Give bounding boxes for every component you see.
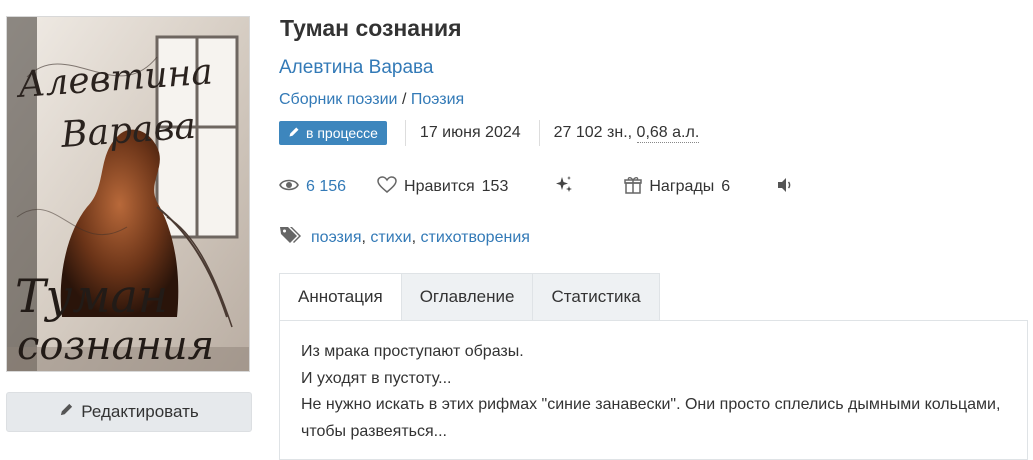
sparkles-button[interactable] xyxy=(554,175,574,200)
audio-button[interactable] xyxy=(776,177,794,198)
book-stats: 6 156 Нравится 153 Награды 6 xyxy=(279,174,794,200)
views-count: 6 156 xyxy=(306,178,347,195)
volume-icon xyxy=(776,177,794,198)
heart-icon xyxy=(377,175,397,199)
views-stat: 6 156 xyxy=(279,178,346,197)
genre-separator: / xyxy=(401,91,407,108)
meta-divider xyxy=(538,120,540,146)
tag-link[interactable]: стихотворения xyxy=(421,229,530,247)
pencil-icon xyxy=(59,402,74,422)
book-meta: в процессе 17 июня 2024 27 102 зн., 0,68… xyxy=(279,120,700,146)
tags-icon xyxy=(279,225,303,250)
tags-row: поэзия, стихи, стихотворения xyxy=(279,225,530,250)
awards-label: Награды xyxy=(649,178,715,195)
status-label: в процессе xyxy=(306,125,378,141)
annotation-text: Из мрака проступают образы. И уходят в п… xyxy=(301,339,1011,445)
genre-link-collection[interactable]: Сборник поэзии xyxy=(279,91,398,108)
like-button[interactable]: Нравится 153 xyxy=(377,175,509,199)
cover-title-line1: Туман xyxy=(15,269,168,323)
status-badge: в процессе xyxy=(279,121,387,145)
meta-divider xyxy=(404,120,406,146)
genre-breadcrumb: Сборник поэзии / Поэзия xyxy=(279,91,464,109)
content-tabs: Аннотация Оглавление Статистика xyxy=(279,273,660,321)
tab-annotation[interactable]: Аннотация xyxy=(279,273,402,321)
tags-list: поэзия, стихи, стихотворения xyxy=(311,228,530,247)
annotation-panel: Из мрака проступают образы. И уходят в п… xyxy=(279,320,1028,460)
author-link[interactable]: Алевтина Варава xyxy=(279,57,433,79)
book-cover[interactable]: Алевтина Варава Туман сознания xyxy=(6,16,250,372)
size-chars: 27 102 зн., xyxy=(553,124,633,141)
likes-label: Нравится xyxy=(404,178,475,195)
tab-contents[interactable]: Оглавление xyxy=(401,273,534,321)
eye-icon xyxy=(279,178,299,197)
tag-link[interactable]: стихи xyxy=(370,229,411,247)
book-title: Туман сознания xyxy=(280,15,462,41)
gift-icon xyxy=(624,176,643,199)
cover-artwork: Алевтина Варава Туман сознания xyxy=(7,17,249,371)
annotation-line: Из мрака проступают образы. xyxy=(301,343,524,360)
awards-button[interactable]: Награды 6 xyxy=(624,176,730,199)
edit-button[interactable]: Редактировать xyxy=(6,392,252,432)
cover-title-line2: сознания xyxy=(17,323,214,369)
awards-count: 6 xyxy=(721,178,731,195)
genre-link-poetry[interactable]: Поэзия xyxy=(411,91,464,108)
sparkles-icon xyxy=(554,175,574,200)
pencil-icon xyxy=(288,125,300,141)
publish-date: 17 июня 2024 xyxy=(419,124,521,141)
tag-link[interactable]: поэзия xyxy=(311,229,361,247)
tab-statistics[interactable]: Статистика xyxy=(533,273,660,321)
size-sheets[interactable]: 0,68 а.л. xyxy=(636,124,700,143)
annotation-line: Не нужно искать в этих рифмах "синие зан… xyxy=(301,396,1001,440)
annotation-line: И уходят в пустоту... xyxy=(301,369,452,387)
edit-button-label: Редактировать xyxy=(81,402,199,421)
likes-count: 153 xyxy=(481,178,509,195)
